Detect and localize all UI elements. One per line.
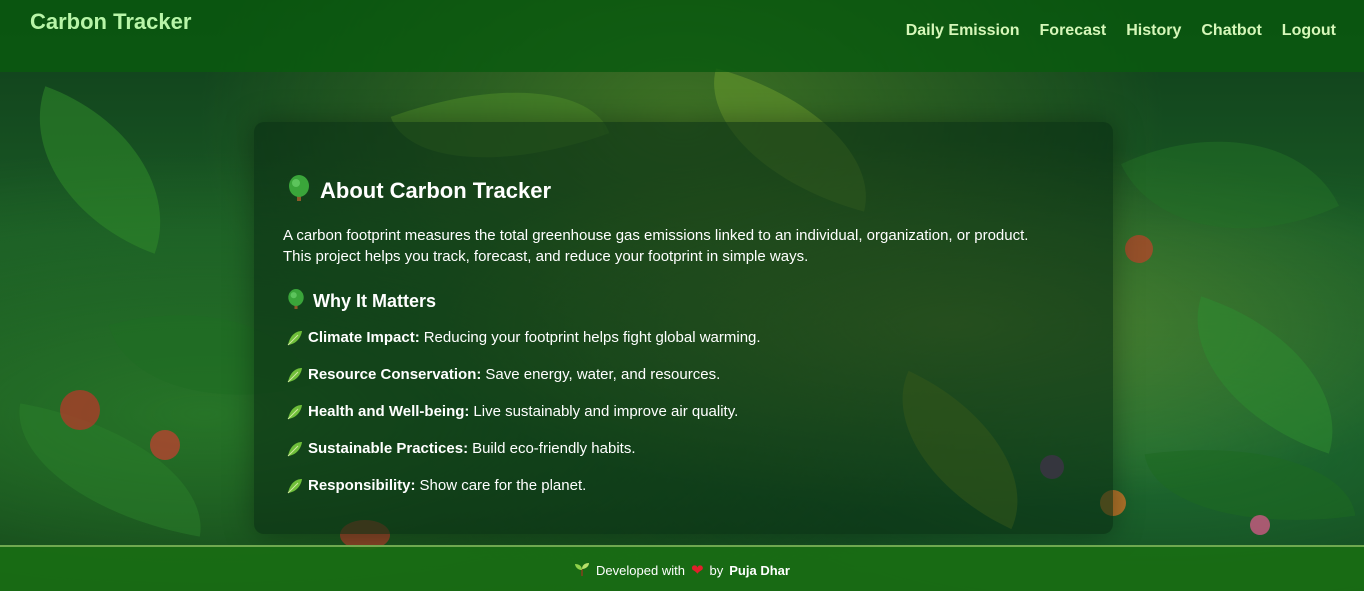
intro-line-1: A carbon footprint measures the total gr…	[283, 227, 1029, 244]
nav-history[interactable]: History	[1126, 22, 1181, 40]
leaf-icon	[286, 477, 308, 499]
point-label: Resource Conservation:	[308, 366, 482, 383]
about-intro: A carbon footprint measures the total gr…	[283, 225, 1103, 267]
point-label: Sustainable Practices:	[308, 440, 469, 457]
nav-chatbot[interactable]: Chatbot	[1201, 22, 1261, 40]
point-text: Live sustainably and improve air quality…	[473, 403, 739, 420]
tree-icon	[286, 288, 306, 315]
brand-title[interactable]: Carbon Tracker	[30, 9, 191, 35]
point-text: Reducing your footprint helps fight glob…	[423, 329, 761, 346]
seedling-icon	[574, 561, 590, 580]
why-title: Why It Matters	[313, 291, 437, 311]
point-text: Show care for the planet.	[419, 477, 587, 494]
point-text: Save energy, water, and resources.	[485, 366, 721, 383]
main-nav: Daily Emission Forecast History Chatbot …	[906, 22, 1336, 40]
footer-prefix: Developed with	[596, 562, 685, 578]
footer-author: Puja Dhar	[729, 562, 790, 578]
leaf-icon	[286, 366, 308, 388]
nav-forecast[interactable]: Forecast	[1040, 22, 1107, 40]
why-heading: Why It Matters	[286, 288, 436, 315]
nav-logout[interactable]: Logout	[1282, 22, 1336, 40]
footer-by: by	[709, 562, 724, 578]
point-label: Climate Impact:	[308, 329, 420, 346]
about-title: About Carbon Tracker	[320, 178, 552, 203]
list-item: Climate Impact: Reducing your footprint …	[286, 329, 761, 366]
top-navbar: Carbon Tracker Daily Emission Forecast H…	[0, 0, 1364, 72]
list-item: Sustainable Practices: Build eco-friendl…	[286, 440, 761, 477]
list-item: Responsibility: Show care for the planet…	[286, 477, 761, 514]
leaf-icon	[286, 329, 308, 351]
list-item: Resource Conservation: Save energy, wate…	[286, 366, 761, 403]
about-heading: About Carbon Tracker	[286, 174, 551, 208]
leaf-icon	[286, 403, 308, 425]
leaf-icon	[286, 440, 308, 462]
why-list: Climate Impact: Reducing your footprint …	[286, 329, 761, 514]
point-label: Health and Well-being:	[308, 403, 470, 420]
heart-icon: ❤	[690, 562, 704, 579]
nav-daily-emission[interactable]: Daily Emission	[906, 22, 1020, 40]
point-label: Responsibility:	[308, 477, 416, 494]
list-item: Health and Well-being: Live sustainably …	[286, 403, 761, 440]
footer: Developed with ❤ by Puja Dhar	[0, 545, 1364, 591]
point-text: Build eco-friendly habits.	[472, 440, 636, 457]
tree-icon	[286, 174, 312, 208]
intro-line-2: This project helps you track, forecast, …	[283, 248, 809, 265]
about-card: About Carbon Tracker A carbon footprint …	[254, 122, 1113, 534]
